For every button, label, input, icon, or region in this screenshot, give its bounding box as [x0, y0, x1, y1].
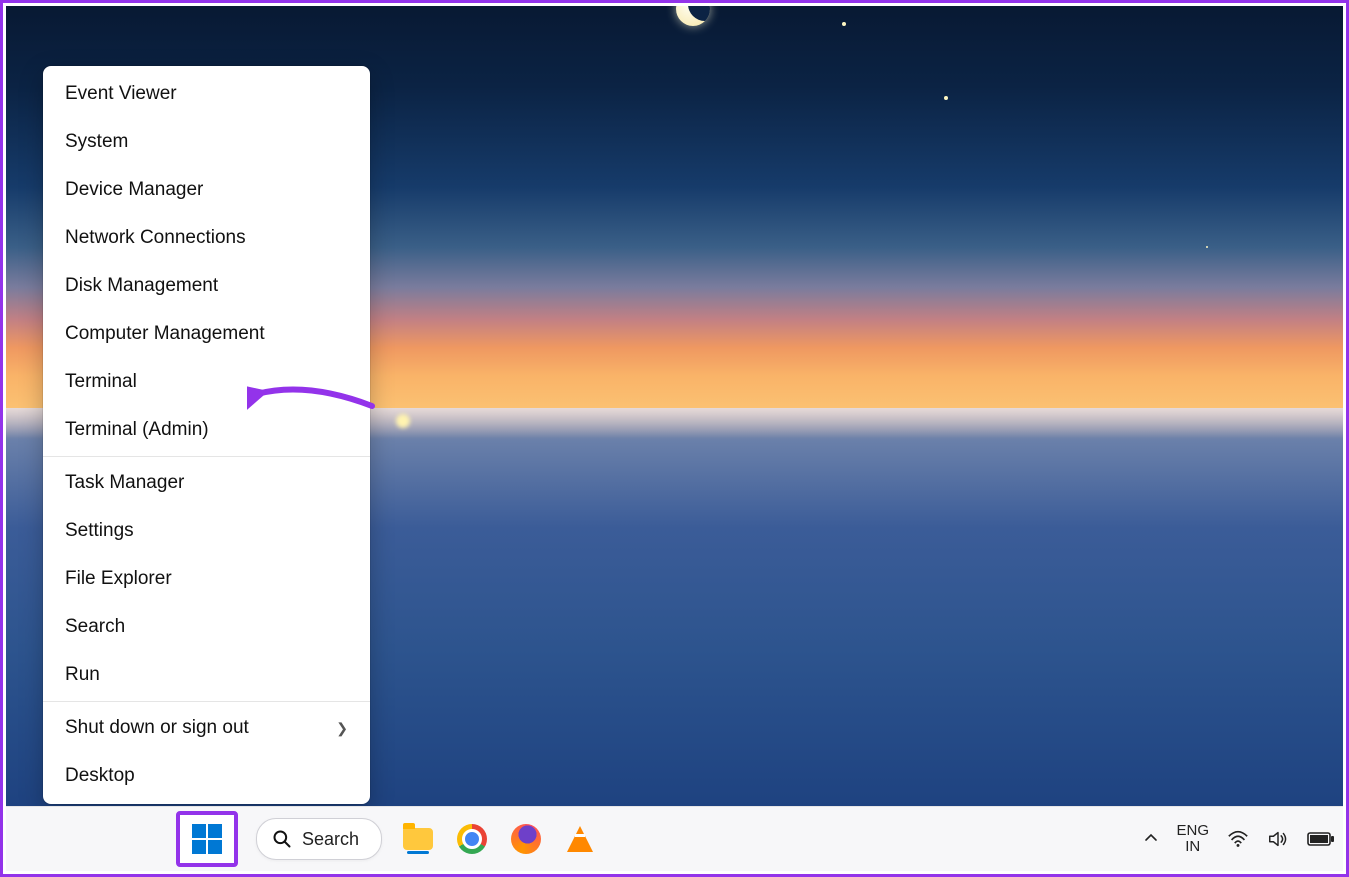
menu-item-shutdown-signout[interactable]: Shut down or sign out ❯ — [43, 704, 370, 752]
taskbar-pinned-vlc[interactable] — [562, 821, 598, 857]
menu-item-task-manager[interactable]: Task Manager — [43, 459, 370, 507]
menu-item-search[interactable]: Search — [43, 603, 370, 651]
firefox-icon — [511, 824, 541, 854]
taskbar-search-button[interactable]: Search — [256, 818, 382, 860]
menu-item-run[interactable]: Run — [43, 651, 370, 699]
taskbar-pinned-firefox[interactable] — [508, 821, 544, 857]
chevron-up-icon — [1144, 831, 1158, 845]
menu-item-device-manager[interactable]: Device Manager — [43, 166, 370, 214]
menu-item-disk-management[interactable]: Disk Management — [43, 262, 370, 310]
tray-overflow-button[interactable] — [1144, 831, 1158, 848]
menu-item-file-explorer[interactable]: File Explorer — [43, 555, 370, 603]
menu-separator — [43, 456, 370, 457]
menu-separator — [43, 701, 370, 702]
menu-item-event-viewer[interactable]: Event Viewer — [43, 70, 370, 118]
menu-item-settings[interactable]: Settings — [43, 507, 370, 555]
menu-item-computer-management[interactable]: Computer Management — [43, 310, 370, 358]
chrome-icon — [457, 824, 487, 854]
menu-item-terminal[interactable]: Terminal — [43, 358, 370, 406]
taskbar-pinned-chrome[interactable] — [454, 821, 490, 857]
chevron-right-icon: ❯ — [336, 720, 348, 737]
taskbar-search-label: Search — [302, 829, 359, 850]
menu-item-desktop[interactable]: Desktop — [43, 752, 370, 800]
menu-item-system[interactable]: System — [43, 118, 370, 166]
search-icon — [272, 829, 292, 849]
wifi-icon[interactable] — [1227, 829, 1249, 849]
windows-logo-icon — [192, 824, 222, 854]
taskbar-pinned-file-explorer[interactable] — [400, 821, 436, 857]
start-button[interactable] — [176, 811, 238, 867]
battery-icon[interactable] — [1307, 830, 1335, 848]
winx-context-menu: Event Viewer System Device Manager Netwo… — [43, 66, 370, 804]
language-indicator[interactable]: ENG IN — [1176, 823, 1209, 856]
system-tray: ENG IN — [1144, 807, 1335, 871]
folder-icon — [403, 828, 433, 850]
vlc-icon — [567, 826, 593, 852]
taskbar: Search ENG IN — [6, 806, 1343, 871]
menu-item-terminal-admin[interactable]: Terminal (Admin) — [43, 406, 370, 454]
menu-item-network-connections[interactable]: Network Connections — [43, 214, 370, 262]
volume-icon[interactable] — [1267, 829, 1289, 849]
